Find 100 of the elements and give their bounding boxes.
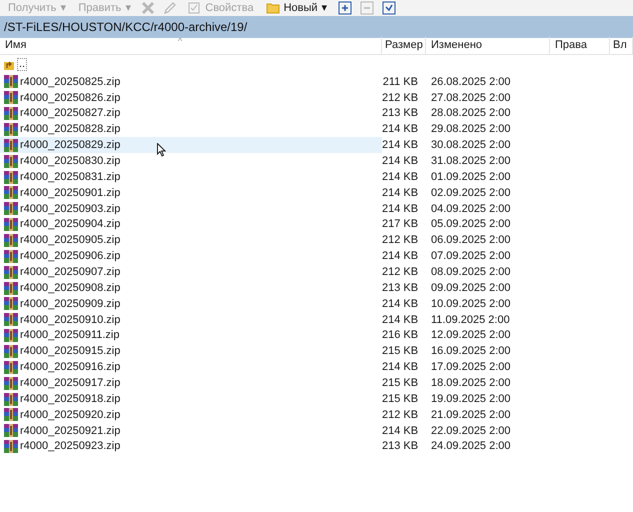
archive-icon (4, 250, 18, 263)
file-name: r4000_20250904.zip (20, 217, 120, 232)
modified-date: 01.09.2025 2:00 (430, 170, 511, 185)
archive-icon (4, 186, 18, 200)
column-header[interactable]: Размер (382, 37, 426, 54)
archive-icon (4, 376, 18, 390)
toolbar-button[interactable]: Новый ▾ (262, 0, 332, 16)
file-name: r4000_20250906.zip (20, 249, 120, 264)
file-name: r4000_20250916.zip (20, 360, 120, 376)
file-size: 214 KB (382, 312, 418, 328)
archive-icon (4, 329, 18, 342)
file-name: r4000_20250909.zip (20, 296, 120, 312)
archive-icon (4, 91, 18, 104)
toolbar-icon-button[interactable] (380, 1, 398, 15)
toolbar-icon-button[interactable] (336, 1, 354, 15)
archive-icon (4, 424, 18, 438)
modified-date: 06.09.2025 2:00 (430, 233, 511, 248)
modified-date: 26.08.2025 2:00 (430, 74, 511, 90)
file-size: 212 KB (382, 233, 418, 248)
file-name: r4000_20250910.zip (20, 312, 120, 328)
mouse-cursor-icon (157, 143, 166, 157)
delete-icon (141, 1, 156, 15)
modified-date: 28.08.2025 2:00 (430, 106, 511, 122)
sort-indicator: ^ (178, 35, 182, 48)
modified-date: 16.09.2025 2:00 (430, 344, 511, 360)
parent-folder-icon (4, 58, 14, 70)
archive-icon (4, 75, 18, 88)
archive-icon (4, 282, 18, 295)
modified-date: 18.09.2025 2:00 (430, 376, 511, 392)
file-size: 214 KB (382, 170, 418, 185)
file-name: r4000_20250901.zip (20, 186, 120, 201)
plus-icon (338, 1, 352, 15)
file-name: r4000_20250911.zip (20, 328, 120, 344)
modified-date: 05.09.2025 2:00 (430, 217, 511, 232)
minus-icon (360, 1, 374, 15)
file-name: r4000_20250827.zip (20, 106, 120, 122)
archive-icon (4, 107, 18, 120)
pencil-icon (163, 1, 178, 15)
file-size: 213 KB (382, 439, 418, 454)
file-size: 214 KB (382, 424, 418, 439)
file-size: 214 KB (382, 186, 418, 201)
archive-icon (4, 313, 18, 326)
file-size: 214 KB (382, 202, 418, 217)
file-size: 214 KB (382, 138, 418, 154)
archive-icon (4, 138, 18, 152)
file-name: r4000_20250915.zip (20, 344, 120, 360)
file-name: r4000_20250825.zip (20, 74, 120, 90)
modified-date: 08.09.2025 2:00 (430, 265, 511, 280)
archive-icon (4, 170, 18, 184)
modified-date: 31.08.2025 2:00 (430, 154, 511, 169)
properties-icon (187, 1, 202, 15)
archive-icon (4, 218, 18, 232)
file-name: r4000_20250905.zip (20, 233, 120, 248)
modified-date: 22.09.2025 2:00 (430, 424, 511, 439)
file-size: 217 KB (382, 217, 418, 232)
column-header[interactable]: Изменено (426, 37, 550, 54)
modified-date: 19.09.2025 2:00 (430, 392, 511, 407)
file-name: r4000_20250908.zip (20, 280, 120, 296)
file-name: r4000_20250830.zip (20, 154, 120, 169)
file-name: r4000_20250903.zip (20, 202, 120, 217)
file-size: 212 KB (382, 408, 418, 423)
file-name[interactable]: .. (17, 58, 28, 70)
file-size: 214 KB (382, 154, 418, 169)
file-size: 215 KB (382, 376, 418, 392)
file-size: 214 KB (382, 122, 418, 138)
file-name: r4000_20250920.zip (20, 408, 120, 423)
check-icon (382, 1, 396, 15)
file-name: r4000_20250907.zip (20, 265, 120, 280)
modified-date: 11.09.2025 2:00 (430, 312, 510, 328)
archive-icon (4, 360, 18, 374)
modified-date: 02.09.2025 2:00 (430, 186, 511, 201)
file-size: 211 KB (382, 74, 418, 90)
archive-icon (4, 234, 18, 248)
file-name: r4000_20250828.zip (20, 122, 120, 138)
archive-icon (4, 266, 18, 279)
archive-icon (4, 297, 18, 310)
file-name: r4000_20250829.zip (20, 138, 120, 154)
path-bar[interactable]: /ST-FiLES/HOUSTON/KCC/r4000-archive/19/ (0, 16, 633, 38)
modified-date: 04.09.2025 2:00 (430, 202, 511, 217)
file-size: 214 KB (382, 249, 418, 264)
modified-date: 07.09.2025 2:00 (430, 249, 511, 264)
modified-date: 09.09.2025 2:00 (430, 280, 511, 296)
modified-date: 24.09.2025 2:00 (430, 439, 511, 454)
modified-date: 10.09.2025 2:00 (430, 296, 511, 312)
column-header[interactable]: Вл (610, 37, 633, 54)
file-name: r4000_20250826.zip (20, 90, 120, 106)
file-name: r4000_20250831.zip (20, 170, 120, 185)
modified-date: 27.08.2025 2:00 (430, 90, 511, 106)
archive-icon (4, 440, 18, 454)
file-size: 213 KB (382, 280, 418, 296)
file-size: 215 KB (382, 392, 418, 407)
archive-icon (4, 408, 18, 422)
file-size: 216 KB (382, 328, 418, 344)
file-size: 214 KB (382, 360, 418, 376)
file-size: 215 KB (382, 344, 418, 360)
file-size: 212 KB (382, 265, 418, 280)
file-name: r4000_20250918.zip (20, 392, 120, 407)
column-header[interactable]: Права (550, 37, 610, 54)
archive-icon (4, 154, 18, 168)
file-name: r4000_20250921.zip (20, 424, 120, 439)
